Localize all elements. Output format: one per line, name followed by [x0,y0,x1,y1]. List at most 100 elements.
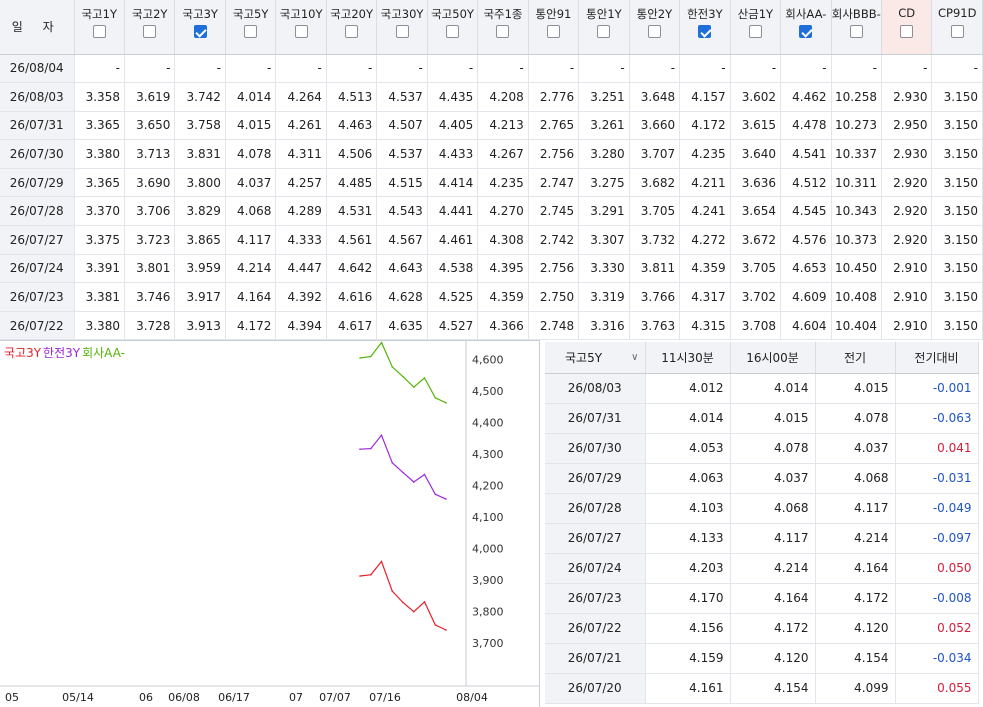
rate-cell: 4.512 [780,168,832,198]
daily-table-header: 국고5Y ∨ 11시30분 16시00분 전기 전기대비 [545,342,979,374]
checkbox-checked[interactable] [698,25,712,38]
rate-cell: 4.617 [326,311,378,341]
rate-cell: - [931,54,983,84]
table-row[interactable]: 26/07/24 3.391 3.801 3.959 4.214 4.447 4.642 4.… [0,254,983,284]
rate-cell: 3.307 [578,225,630,255]
checkbox-checked[interactable] [193,25,207,38]
rate-cell: 3.708 [730,311,782,341]
checkbox[interactable] [546,25,560,38]
table-row[interactable]: 26/07/31 3.365 3.650 3.758 4.015 4.261 4.463 4.… [0,111,983,141]
header-prev: 전기 [815,342,896,374]
table-row[interactable]: 26/07/28 3.370 3.706 3.829 4.068 4.289 4.531 4.… [0,196,983,227]
rate-cell: 4.235 [679,139,731,169]
checkbox-checked[interactable] [799,25,813,38]
checkbox[interactable] [748,25,762,38]
checkbox[interactable] [597,25,611,38]
value-prev: 4.214 [815,523,896,554]
value-prev: 4.172 [815,583,896,614]
checkbox[interactable] [446,25,460,38]
daily-row[interactable]: 26/07/21 4.159 4.120 4.154 -0.034 [545,643,979,674]
column-header: CP91D [931,0,983,55]
rate-chart[interactable]: 4,600 4,500 4,400 4,300 4,200 4,100 4,000 3,900… [0,340,540,707]
bond-selector[interactable]: 국고5Y ∨ [545,342,646,374]
checkbox[interactable] [345,25,359,38]
daily-date: 26/07/24 [545,553,646,584]
rate-cell: 3.959 [174,254,226,284]
checkbox[interactable] [92,25,106,38]
daily-row[interactable]: 26/07/28 4.103 4.068 4.117 -0.049 [545,493,979,524]
checkbox[interactable] [143,25,157,38]
x-tick-label: 07/07 [319,691,351,704]
value-prev: 4.015 [815,373,896,404]
daily-row[interactable]: 26/07/24 4.203 4.214 4.164 0.050 [545,553,979,584]
value-1600: 4.172 [730,613,816,644]
rate-cell: 3.261 [578,111,630,141]
table-row[interactable]: 26/07/27 3.375 3.723 3.865 4.117 4.333 4.561 4.… [0,225,983,255]
rate-chart-svg: 4,600 4,500 4,400 4,300 4,200 4,100 4,000 3,900… [0,341,540,704]
rate-cell: 3.728 [124,311,176,341]
checkbox[interactable] [950,25,964,38]
rate-cell: 3.365 [74,168,125,198]
daily-row[interactable]: 26/07/23 4.170 4.164 4.172 -0.008 [545,583,979,614]
table-row[interactable]: 26/08/04- - - - - - - - - - - - - - - - - - [0,54,983,84]
rate-cell: 3.723 [124,225,176,255]
rate-cell: 3.150 [931,111,983,141]
daily-row[interactable]: 26/07/22 4.156 4.172 4.120 0.052 [545,613,979,644]
rate-cell: 2.920 [881,196,933,227]
column-header-label: 국고10Y [279,7,323,21]
daily-date: 26/07/23 [545,583,646,614]
checkbox[interactable] [849,25,863,38]
column-header: 국주1종 [477,0,529,55]
rate-cell: 3.150 [931,168,983,198]
checkbox[interactable] [395,25,409,38]
value-1600: 4.068 [730,493,816,524]
table-row[interactable]: 26/07/22 3.380 3.728 3.913 4.172 4.394 4.617 4.… [0,311,983,341]
rate-cell: 4.241 [679,196,731,227]
rate-cell: 4.527 [427,311,479,341]
data-point [402,375,404,378]
table-row[interactable]: 26/07/29 3.365 3.690 3.800 4.037 4.257 4.485 4.… [0,168,983,198]
rate-cell: 4.359 [477,282,529,312]
rate-cell: 4.531 [326,196,378,227]
rate-cell: 4.628 [376,282,428,312]
checkbox[interactable] [496,25,510,38]
rate-cell: 2.910 [881,311,933,341]
rate-cell: 3.636 [730,168,782,198]
table-row[interactable]: 26/07/23 3.381 3.746 3.917 4.164 4.392 4.616 4.… [0,282,983,312]
checkbox[interactable] [244,25,258,38]
table-row[interactable]: 26/08/03 3.358 3.619 3.742 4.014 4.264 4.513 4.… [0,82,983,112]
rate-cell: 3.316 [578,311,630,341]
value-change: -0.049 [895,493,979,524]
checkbox[interactable] [294,25,308,38]
daily-row[interactable]: 26/07/27 4.133 4.117 4.214 -0.097 [545,523,979,554]
value-1130: 4.063 [645,463,731,494]
daily-row[interactable]: 26/08/03 4.012 4.014 4.015 -0.001 [545,373,979,404]
daily-row[interactable]: 26/07/31 4.014 4.015 4.078 -0.063 [545,403,979,434]
daily-row[interactable]: 26/07/29 4.063 4.037 4.068 -0.031 [545,463,979,494]
rate-cell: 4.394 [275,311,327,341]
value-1130: 4.161 [645,673,731,704]
rate-cell: 3.381 [74,282,125,312]
daily-row[interactable]: 26/07/30 4.053 4.078 4.037 0.041 [545,433,979,464]
rate-cell: 3.365 [74,111,125,141]
value-1130: 4.103 [645,493,731,524]
column-header: CD [881,0,933,55]
data-point [369,573,372,576]
rate-cell: 10.311 [831,168,883,198]
rate-cell: 4.289 [275,196,327,227]
rate-cell: 3.150 [931,82,983,112]
table-row[interactable]: 26/07/30 3.380 3.713 3.831 4.078 4.311 4.506 4.… [0,139,983,169]
rate-cell: 4.359 [679,254,731,284]
daily-row[interactable]: 26/07/20 4.161 4.154 4.099 0.055 [545,673,979,704]
series-line [359,341,447,404]
value-prev: 4.120 [815,613,896,644]
rate-cell: 10.408 [831,282,883,312]
data-point [380,341,383,344]
checkbox[interactable] [647,25,661,38]
rate-cell: 4.543 [376,196,428,227]
rate-cell: 2.765 [528,111,580,141]
rate-cell: 3.831 [174,139,226,169]
rate-cell: 4.433 [427,139,479,169]
rate-cell: 3.746 [124,282,176,312]
checkbox[interactable] [900,25,914,38]
